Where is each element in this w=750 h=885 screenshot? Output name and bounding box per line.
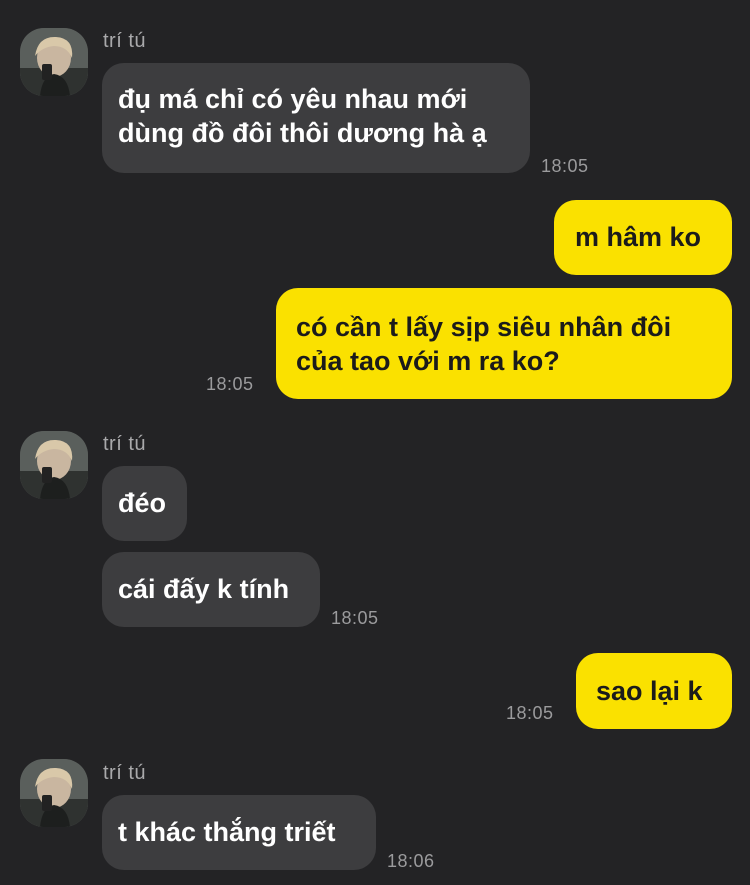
message-bubble-incoming[interactable]: t khác thắng triết [102, 795, 376, 870]
message-timestamp: 18:05 [206, 374, 254, 394]
message-bubble-outgoing[interactable]: m hâm ko [554, 200, 732, 275]
message-text: đéo [118, 488, 167, 518]
avatar-photo [20, 431, 88, 499]
sender-name: trí tú [103, 433, 147, 455]
message-bubble-incoming[interactable]: đụ má chỉ có yêu nhau mới dùng đồ đôi th… [102, 63, 530, 173]
contact-avatar[interactable] [20, 431, 88, 499]
message-bubble-outgoing[interactable]: có cần t lấy sịp siêu nhân đôi của tao v… [276, 288, 732, 399]
message-text: m hâm ko [575, 222, 702, 252]
message-text: t khác thắng triết [118, 817, 336, 847]
message-bubble-outgoing[interactable]: sao lại k [576, 653, 732, 729]
message-bubble-incoming[interactable]: cái đấy k tính [102, 552, 320, 627]
message-line: đụ má chỉ có yêu nhau mới [118, 84, 468, 114]
message-timestamp: 18:05 [541, 156, 589, 176]
sender-name: trí tú [103, 762, 147, 784]
message-timestamp: 18:05 [331, 608, 379, 628]
message-timestamp: 18:06 [387, 851, 435, 871]
avatar-photo [20, 759, 88, 827]
message-line: dùng đồ đôi thôi dương hà ạ [118, 118, 487, 148]
message-timestamp: 18:05 [506, 703, 554, 723]
message-bubble-incoming[interactable]: đéo [102, 466, 187, 541]
message-line: có cần t lấy sịp siêu nhân đôi [296, 312, 672, 342]
sender-name: trí tú [103, 30, 147, 52]
message-text: cái đấy k tính [118, 574, 290, 604]
contact-avatar[interactable] [20, 759, 88, 827]
contact-avatar[interactable] [20, 28, 88, 96]
message-text: sao lại k [596, 676, 703, 706]
avatar-photo [20, 28, 88, 96]
message-line: của tao với m ra ko? [296, 346, 560, 376]
